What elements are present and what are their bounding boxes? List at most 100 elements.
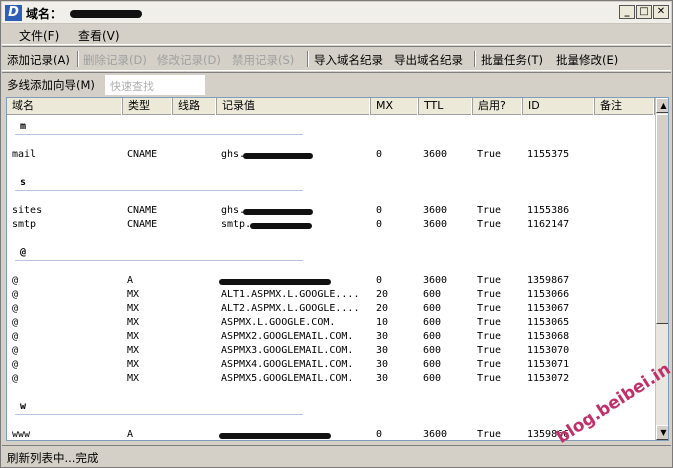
col-header-enabled[interactable]: 启用?	[473, 98, 523, 115]
cell-host: smtp	[12, 219, 37, 230]
group-divider	[15, 414, 303, 415]
table-row[interactable]: @ MX ASPMX5.GOOGLEMAIL.COM. 30 600 True 115307…	[7, 372, 655, 386]
cell-value: smtp.	[221, 219, 252, 230]
table-row[interactable]: @ MX ASPMX3.GOOGLEMAIL.COM. 30 600 True 115307…	[7, 344, 655, 358]
col-header-type[interactable]: 类型	[123, 98, 173, 115]
redaction-mark	[249, 223, 312, 229]
cell-type: MX	[127, 303, 140, 314]
group-divider	[15, 260, 303, 261]
cell-enabled: True	[477, 289, 502, 300]
disable-record-button[interactable]: 禁用记录(S)	[232, 52, 294, 68]
minimize-button[interactable]: _	[619, 5, 635, 19]
cell-host: @	[12, 359, 19, 370]
col-header-id[interactable]: ID	[523, 98, 595, 115]
toolbar-divider	[77, 51, 79, 67]
cell-host: @	[12, 303, 19, 314]
table-row[interactable]: @ A 0 3600 True 1359867	[7, 274, 655, 288]
col-header-host[interactable]: 域名	[7, 98, 123, 115]
import-records-button[interactable]: 导入域名纪录	[314, 52, 383, 68]
cell-ttl: 600	[423, 303, 442, 314]
cell-enabled: True	[477, 345, 502, 356]
list-header: 域名 类型 线路 记录值 MX TTL 启用? ID 备注	[7, 98, 655, 115]
cell-id: 1153070	[527, 345, 570, 356]
cell-ttl: 3600	[423, 429, 448, 440]
menu-file[interactable]: 文件(F)	[19, 27, 59, 44]
table-row[interactable]: @ MX ALT1.ASPMX.L.GOOGLE.... 20 600 True 11530…	[7, 288, 655, 302]
col-header-value[interactable]: 记录值	[217, 98, 371, 115]
cell-type: MX	[127, 331, 140, 342]
cell-mx: 0	[376, 219, 383, 230]
cell-mx: 0	[376, 149, 383, 160]
batch-edit-button[interactable]: 批量修改(E)	[556, 52, 618, 68]
group-divider	[15, 134, 303, 135]
title-bar[interactable]: D 域名： _ □ ✕	[2, 2, 671, 24]
table-row[interactable]: @ MX ASPMX2.GOOGLEMAIL.COM. 30 600 True 115306…	[7, 330, 655, 344]
toolbar-divider	[474, 51, 476, 67]
group-header: @	[7, 246, 655, 261]
group-label: s	[20, 177, 27, 188]
col-header-line[interactable]: 线路	[173, 98, 217, 115]
cell-mx: 0	[376, 429, 383, 440]
cell-type: A	[127, 429, 134, 440]
edit-record-button[interactable]: 修改记录(D)	[157, 52, 221, 68]
scroll-thumb[interactable]	[656, 114, 668, 324]
cell-id: 1153067	[527, 303, 570, 314]
col-header-mx[interactable]: MX	[371, 98, 419, 115]
table-row[interactable]: mail CNAME ghs. 0 3600 True 1155375	[7, 148, 655, 162]
cell-mx: 30	[376, 359, 389, 370]
cell-type: MX	[127, 317, 140, 328]
cell-type: CNAME	[127, 149, 158, 160]
group-header: w	[7, 400, 655, 415]
cell-value: ASPMX5.GOOGLEMAIL.COM.	[221, 373, 354, 384]
cell-ttl: 600	[423, 359, 442, 370]
cell-mx: 30	[376, 345, 389, 356]
cell-value: ASPMX4.GOOGLEMAIL.COM.	[221, 359, 354, 370]
maximize-button[interactable]: □	[636, 5, 652, 19]
app-logo-icon: D	[5, 5, 22, 21]
cell-host: sites	[12, 205, 43, 216]
cell-host: @	[12, 345, 19, 356]
cell-type: MX	[127, 345, 140, 356]
cell-ttl: 600	[423, 331, 442, 342]
group-label: w	[20, 401, 27, 412]
export-records-button[interactable]: 导出域名纪录	[394, 52, 463, 68]
cell-type: MX	[127, 373, 140, 384]
col-header-ttl[interactable]: TTL	[419, 98, 473, 115]
quick-search-input[interactable]: 快速查找	[105, 75, 205, 95]
cell-type: A	[127, 275, 134, 286]
menu-view[interactable]: 查看(V)	[78, 27, 120, 44]
close-button[interactable]: ✕	[653, 5, 669, 19]
cell-type: CNAME	[127, 205, 158, 216]
cell-mx: 0	[376, 275, 383, 286]
batch-task-button[interactable]: 批量任务(T)	[481, 52, 543, 68]
scroll-up-icon[interactable]: ▲	[656, 98, 668, 113]
col-header-note[interactable]: 备注	[595, 98, 655, 115]
cell-host: @	[12, 373, 19, 384]
cell-value: ASPMX2.GOOGLEMAIL.COM.	[221, 331, 354, 342]
cell-ttl: 600	[423, 345, 442, 356]
cell-enabled: True	[477, 205, 502, 216]
cell-enabled: True	[477, 317, 502, 328]
delete-record-button[interactable]: 删除记录(D)	[83, 52, 147, 68]
scroll-down-icon[interactable]: ▼	[656, 425, 668, 440]
cell-enabled: True	[477, 331, 502, 342]
cell-id: 1153071	[527, 359, 570, 370]
cell-mx: 0	[376, 205, 383, 216]
redacted-domain-mark	[70, 10, 142, 18]
table-row[interactable]: smtp CNAME smtp. 0 3600 True 1162147	[7, 218, 655, 232]
vertical-scrollbar[interactable]: ▲ ▼	[655, 98, 668, 440]
table-row[interactable]: @ MX ASPMX.L.GOOGLE.COM. 10 600 True 1153065	[7, 316, 655, 330]
group-divider	[15, 190, 303, 191]
cell-value: ALT1.ASPMX.L.GOOGLE....	[221, 289, 360, 300]
add-record-button[interactable]: 添加记录(A)	[7, 52, 70, 68]
table-row[interactable]: @ MX ASPMX4.GOOGLEMAIL.COM. 30 600 True 115307…	[7, 358, 655, 372]
cell-enabled: True	[477, 219, 502, 230]
menu-bar: 文件(F) 查看(V)	[2, 24, 671, 45]
cell-value: ASPMX.L.GOOGLE.COM.	[221, 317, 336, 328]
status-bar: 刷新列表中...完成	[2, 445, 671, 467]
table-row[interactable]: @ MX ALT2.ASPMX.L.GOOGLE.... 20 600 True 11530…	[7, 302, 655, 316]
group-label: @	[20, 247, 27, 258]
cell-ttl: 600	[423, 317, 442, 328]
multiline-wizard-button[interactable]: 多线添加向导(M)	[7, 77, 95, 93]
table-row[interactable]: sites CNAME ghs. 0 3600 True 1155386	[7, 204, 655, 218]
